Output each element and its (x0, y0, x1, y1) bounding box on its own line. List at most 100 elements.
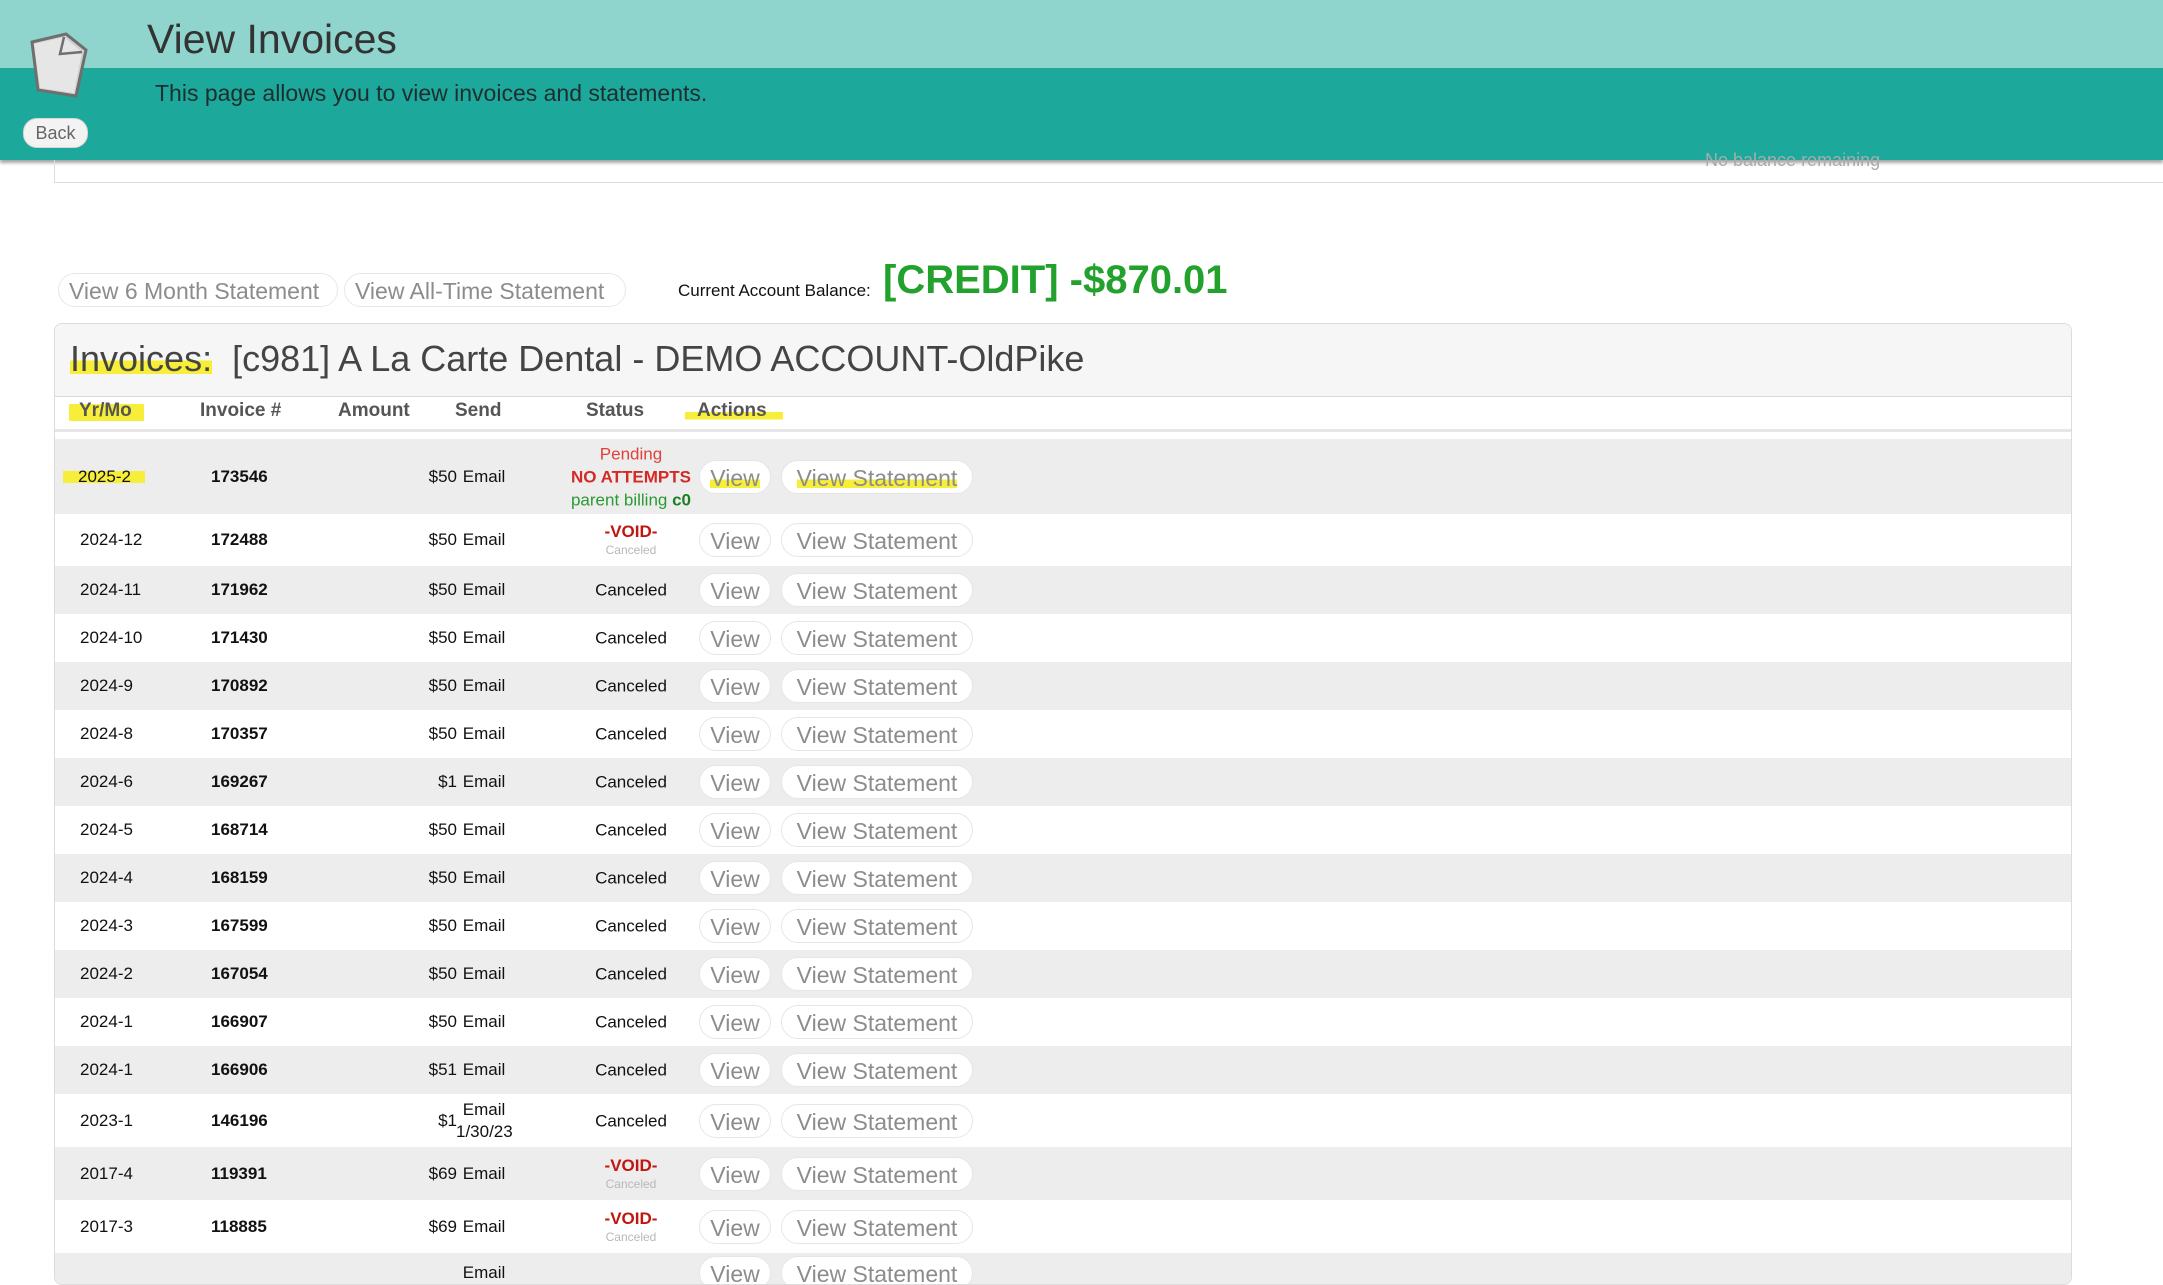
cell-send: Email (456, 867, 512, 889)
view-invoice-button[interactable]: View (699, 1156, 771, 1191)
cell-amount: $50 (428, 580, 457, 599)
cell-yrmo: 2024-2 (80, 964, 133, 983)
table-row: 2017-3 118885 $69 Email -VOID- Canceled View Vi… (55, 1200, 2071, 1253)
table-row: 2024-5 168714 $50 Email Canceled View View Sta… (55, 806, 2071, 854)
view-label: View (710, 1161, 760, 1188)
view-label: View (710, 770, 760, 796)
cell-amount: $1 (438, 772, 457, 791)
cell-amount: $69 (428, 1163, 457, 1183)
statement-label: View Statement (796, 1010, 958, 1036)
view-statement-button[interactable]: View Statement (781, 1209, 973, 1244)
page-description: This page allows you to view invoices an… (155, 80, 708, 106)
cell-send: Email (456, 466, 512, 488)
cell-amount: $50 (428, 466, 457, 486)
statement-label: View Statement (796, 1058, 958, 1084)
view-statement-button[interactable]: View Statement (781, 1005, 973, 1039)
view-invoice-button[interactable]: View (699, 1103, 771, 1138)
view-statement-button[interactable]: View Statement (781, 1053, 973, 1087)
cell-amount: $50 (428, 916, 457, 935)
cell-yrmo: 2025-2 (63, 468, 145, 485)
table-row: 2017-4 119391 $69 Email -VOID- Canceled View Vi… (55, 1147, 2071, 1200)
back-button[interactable]: Back (23, 118, 88, 148)
view-label: View (710, 1108, 760, 1135)
view-invoice-button[interactable]: View (699, 765, 771, 799)
cell-invoice-number: 166907 (211, 1012, 268, 1031)
view-statement-button[interactable]: View Statement (781, 523, 973, 557)
balance-label: Current Account Balance: (678, 281, 871, 300)
view-statement-button[interactable]: View Statement (781, 573, 973, 607)
statement-label: View Statement (796, 914, 958, 940)
view-invoice-button[interactable]: View (699, 459, 771, 494)
view-statement-button[interactable]: View Statement (781, 621, 973, 655)
view-invoice-button[interactable]: View (699, 523, 771, 557)
cell-amount: $50 (428, 1012, 457, 1031)
table-row: 2023-1 146196 $1 Email 1/30/23 Canceled View Vi… (55, 1094, 2071, 1147)
view-label: View (710, 674, 760, 700)
view-label: View (710, 1010, 760, 1036)
view-label: View (710, 1058, 760, 1084)
view-label: View (710, 528, 760, 554)
view-label: View (710, 962, 760, 988)
cell-send: Email (456, 915, 512, 937)
cell-invoice-number: 166906 (211, 1060, 268, 1079)
table-row: 2024-2 167054 $50 Email Canceled View View Sta… (55, 950, 2071, 998)
view-invoice-button[interactable]: View (699, 1256, 771, 1285)
view-label: View (710, 626, 760, 652)
cell-invoice-number: 170357 (211, 724, 268, 743)
cell-send: Email (456, 1262, 512, 1284)
cell-yrmo: 2024-11 (80, 580, 142, 599)
cell-send: Email (456, 1059, 512, 1081)
balance-remaining-note: No balance remaining (1705, 150, 1881, 170)
view-invoice-button[interactable]: View (699, 573, 771, 607)
six-month-statement-button[interactable]: View 6 Month Statement (58, 273, 338, 307)
view-invoice-button[interactable]: View (699, 1053, 771, 1087)
cell-send: Email (456, 1011, 512, 1033)
view-statement-button[interactable]: View Statement (781, 1156, 973, 1191)
column-header-status: Status (586, 400, 645, 421)
cell-yrmo: 2024-5 (80, 820, 133, 839)
view-invoice-button[interactable]: View (699, 861, 771, 895)
invoices-panel: Invoices: [c981] A La Carte Dental - DEMO… (54, 323, 2072, 1285)
view-label: View (710, 464, 760, 491)
all-time-statement-button[interactable]: View All-Time Statement (344, 273, 626, 307)
status-pending: Pending (599, 444, 663, 463)
table-row: 2025-2 173546 $50 Email Pending NO ATTEMPTS pa… (55, 439, 2071, 514)
view-statement-button[interactable]: View Statement (781, 909, 973, 943)
view-statement-button[interactable]: View Statement (781, 765, 973, 799)
send-method: Email (462, 1099, 506, 1119)
view-statement-button[interactable]: View Statement (781, 459, 973, 494)
view-invoice-button[interactable]: View (699, 909, 771, 943)
view-statement-button[interactable]: View Statement (781, 1103, 973, 1138)
view-statement-button[interactable]: View Statement (781, 1256, 973, 1284)
send-method: Email (462, 772, 506, 791)
statement-label: View Statement (796, 528, 958, 554)
view-invoice-button[interactable]: View (699, 669, 771, 703)
send-method: Email (462, 1060, 506, 1079)
view-invoice-button[interactable]: View (699, 1005, 771, 1039)
table-row: 2024-3 167599 $50 Email Canceled View View Sta… (55, 902, 2071, 950)
statement-label: View Statement (796, 1161, 958, 1188)
table-row: Email View View Statement (55, 1253, 2071, 1285)
cell-invoice-number: 171430 (211, 628, 268, 647)
cell-amount: $1 (438, 1110, 457, 1130)
cell-send: Email (456, 819, 512, 841)
cell-yrmo: 2024-1 (80, 1012, 133, 1031)
view-statement-button[interactable]: View Statement (781, 957, 973, 991)
send-method: Email (462, 1216, 506, 1236)
view-statement-button[interactable]: View Statement (781, 717, 973, 751)
send-method: Email (462, 1012, 506, 1031)
view-statement-button[interactable]: View Statement (781, 669, 973, 703)
view-label: View (710, 1261, 760, 1285)
view-invoice-button[interactable]: View (699, 813, 771, 847)
view-invoice-button[interactable]: View (699, 717, 771, 751)
view-statement-button[interactable]: View Statement (781, 861, 973, 895)
view-invoice-button[interactable]: View (699, 1209, 771, 1244)
view-statement-button[interactable]: View Statement (781, 813, 973, 847)
view-invoice-button[interactable]: View (699, 957, 771, 991)
cell-yrmo: 2024-6 (80, 772, 133, 791)
table-row: 2024-11 171962 $50 Email Canceled View View St… (55, 566, 2071, 614)
cell-amount: $50 (428, 530, 457, 549)
send-method: Email (462, 676, 506, 695)
view-invoice-button[interactable]: View (699, 621, 771, 655)
cell-send: Email (456, 529, 512, 551)
